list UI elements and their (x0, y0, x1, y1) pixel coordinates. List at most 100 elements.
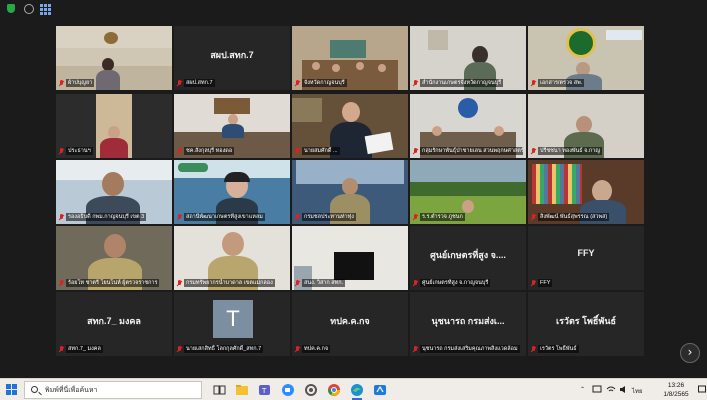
muted-mic-icon (177, 280, 182, 286)
wifi-icon[interactable] (606, 385, 616, 400)
windows-taskbar: พิมพ์ที่นี่เพื่อค้นหา T ⌃ ไทย 13:26 1/8/… (0, 378, 707, 400)
participant-tile[interactable]: สิงพัฒน์ พันธ์สุพรรณ (สวพส) (528, 160, 644, 224)
participant-tile[interactable]: FFY FFY (528, 226, 644, 290)
participant-name-label: นุชนารถ กรมส่งเสริมคุณภาพสิ่งแวดล้อม (420, 345, 520, 353)
muted-mic-icon (531, 346, 536, 352)
search-placeholder: พิมพ์ที่นี่เพื่อค้นหา (45, 387, 98, 394)
participant-caption: ร.ร.ตำรวจ ภูชนก (413, 213, 523, 221)
participant-name-label: เรวัตร โพธิ์พันธ์ (538, 345, 579, 353)
participant-display-name: สผป.สทก.7 (210, 50, 254, 60)
participant-name-label: ร.ร.ตำรวจ ภูชนก (420, 213, 465, 221)
participant-tile[interactable]: นุชนารถ กรมส่งเ... นุชนารถ กรมส่งเสริมคุณ… (410, 292, 526, 356)
participant-name-label: รองอธิบดี กพม.กาญจนบุรี เขต 3 (66, 213, 147, 221)
participant-tile[interactable]: สผป.สทก.7 สผป.สทก.7 (174, 26, 290, 90)
settings-gear-icon[interactable] (302, 381, 320, 399)
participant-name-label: ปรีชชนา ทองพันธ์ จ.กาญ (538, 147, 603, 155)
participant-name-label: กลุ่มรักษาพันธุ์ป่าชายเลน สวนพฤกษศาสตร์ (420, 147, 523, 155)
participant-name-label: FFY (538, 279, 553, 287)
participant-tile[interactable]: ปรีชชนา ทองพันธ์ จ.กาญ (528, 94, 644, 158)
participant-avatar-letter: T (213, 300, 253, 338)
zoom-window: ผ้าปบุญยา สผป.สทก.7 สผป.สทก.7 จังหวัดกาญจนบ… (0, 0, 707, 400)
participant-tile[interactable]: T นายเสกสิทธิ์ โลกกุลศักดิ์_สทก.7 (174, 292, 290, 356)
participant-name-label: กรมทรัพยากรน้ำบาดาล เขตแม่กลอง (184, 279, 275, 287)
participant-caption: สนง. วิสาก สทก. (295, 279, 405, 287)
app-icon[interactable] (371, 381, 389, 399)
participant-caption: ผ้าปบุญยา (59, 79, 169, 87)
taskbar-clock[interactable]: 13:26 1/8/2565 (656, 381, 696, 399)
participant-name-label: สถานีพัฒนาเกษตรที่สูงเขาแหลม (184, 213, 265, 221)
network-icon[interactable] (592, 385, 602, 400)
file-explorer-icon[interactable] (233, 381, 251, 399)
participant-caption: สผป.สทก.7 (177, 79, 287, 87)
notifications-icon[interactable] (698, 385, 706, 400)
teams-icon[interactable]: T (256, 381, 274, 399)
participant-tile[interactable]: กรมชลประทานท่าทุ่ง (292, 160, 408, 224)
muted-mic-icon (531, 280, 536, 286)
participant-tile[interactable]: กลุ่มรักษาพันธุ์ป่าชายเลน สวนพฤกษศาสตร์ (410, 94, 526, 158)
muted-mic-icon (413, 80, 418, 86)
meeting-toolbar (0, 0, 707, 18)
participant-tile[interactable]: ชค.สังกุลบุรี ทองดอ (174, 94, 290, 158)
participant-tile[interactable]: ร้อยโท ชาตรี โยนโน่ห์ ผู้ตรวจราชการ (56, 226, 172, 290)
clock-date: 1/8/2565 (663, 391, 689, 398)
gallery-view-icon[interactable] (40, 4, 51, 15)
windows-start-icon[interactable] (6, 384, 18, 396)
participant-name-label: นายสมศักดิ์ ... (302, 147, 340, 155)
participant-name-label: ประธานฯ (66, 147, 93, 155)
muted-mic-icon (413, 148, 418, 154)
muted-mic-icon (531, 148, 536, 154)
participant-name-label: กรมชลประทานท่าทุ่ง (302, 213, 356, 221)
participant-display-name: ทปค.ค.กจ (330, 316, 370, 326)
muted-mic-icon (531, 80, 536, 86)
input-language[interactable]: ไทย (632, 386, 643, 400)
muted-mic-icon (295, 80, 300, 86)
muted-mic-icon (413, 280, 418, 286)
participant-caption: ประธานฯ (59, 147, 169, 155)
zoom-icon[interactable] (279, 381, 297, 399)
participant-tile[interactable]: สำนักงานเกษตรจังหวัดกาญจนบุรี (410, 26, 526, 90)
participant-tile[interactable]: จังหวัดกาญจนบุรี (292, 26, 408, 90)
next-page-button[interactable]: › (680, 343, 700, 363)
participant-caption: นายสมศักดิ์ ... (295, 147, 405, 155)
muted-mic-icon (413, 346, 418, 352)
participant-tile[interactable]: สทก.7_ มงคล สทก.7_ มงคล (56, 292, 172, 356)
chrome-icon[interactable] (325, 381, 343, 399)
participant-caption: กรมทรัพยากรน้ำบาดาล เขตแม่กลอง (177, 279, 287, 287)
participant-tile[interactable]: ผ้าปบุญยา (56, 26, 172, 90)
participant-tile[interactable]: ประธานฯ (56, 94, 172, 158)
show-hidden-icons-icon[interactable]: ⌃ (580, 386, 585, 400)
participant-tile[interactable]: ร.ร.ตำรวจ ภูชนก (410, 160, 526, 224)
participant-caption: ชค.สังกุลบุรี ทองดอ (177, 147, 287, 155)
participant-tile[interactable]: เอกสาร/ตรวจ สพ. (528, 26, 644, 90)
participant-tile[interactable]: รองอธิบดี กพม.กาญจนบุรี เขต 3 (56, 160, 172, 224)
participant-name-label: สผป.สทก.7 (184, 79, 215, 87)
muted-mic-icon (413, 214, 418, 220)
participant-caption: ทปค.ค.กจ (295, 345, 405, 353)
participant-caption: กรมชลประทานท่าทุ่ง (295, 213, 405, 221)
participant-caption: FFY (531, 279, 641, 287)
volume-icon[interactable] (619, 385, 629, 400)
clock-time: 13:26 (667, 382, 685, 389)
participant-tile[interactable]: ทปค.ค.กจ ทปค.ค.กจ (292, 292, 408, 356)
security-shield-icon[interactable] (6, 4, 16, 14)
meeting-info-icon[interactable] (24, 4, 34, 14)
participant-caption: ร้อยโท ชาตรี โยนโน่ห์ ผู้ตรวจราชการ (59, 279, 169, 287)
participant-caption: กลุ่มรักษาพันธุ์ป่าชายเลน สวนพฤกษศาสตร์ (413, 147, 523, 155)
edge-icon[interactable] (348, 381, 366, 400)
participant-tile[interactable]: ศูนย์เกษตรที่สูง จ.... ศูนย์เกษตรที่สูง จ… (410, 226, 526, 290)
participant-display-name: เรวัตร โพธิ์พันธ์ (556, 316, 616, 326)
muted-mic-icon (59, 148, 64, 154)
participant-name-label: สนง. วิสาก สทก. (302, 279, 346, 287)
participant-display-name: ศูนย์เกษตรที่สูง จ.... (430, 250, 506, 260)
taskbar-search-box[interactable]: พิมพ์ที่นี่เพื่อค้นหา (24, 381, 202, 399)
participant-name-label: นายเสกสิทธิ์ โลกกุลศักดิ์_สทก.7 (184, 345, 264, 353)
participant-caption: นายเสกสิทธิ์ โลกกุลศักดิ์_สทก.7 (177, 345, 287, 353)
muted-mic-icon (177, 346, 182, 352)
participant-name-label: สำนักงานเกษตรจังหวัดกาญจนบุรี (420, 79, 504, 87)
participant-tile[interactable]: สนง. วิสาก สทก. (292, 226, 408, 290)
participant-tile[interactable]: สถานีพัฒนาเกษตรที่สูงเขาแหลม (174, 160, 290, 224)
task-view-icon[interactable] (210, 381, 228, 399)
participant-tile[interactable]: กรมทรัพยากรน้ำบาดาล เขตแม่กลอง (174, 226, 290, 290)
participant-tile[interactable]: นายสมศักดิ์ ... (292, 94, 408, 158)
participant-tile[interactable]: เรวัตร โพธิ์พันธ์ เรวัตร โพธิ์พันธ์ (528, 292, 644, 356)
